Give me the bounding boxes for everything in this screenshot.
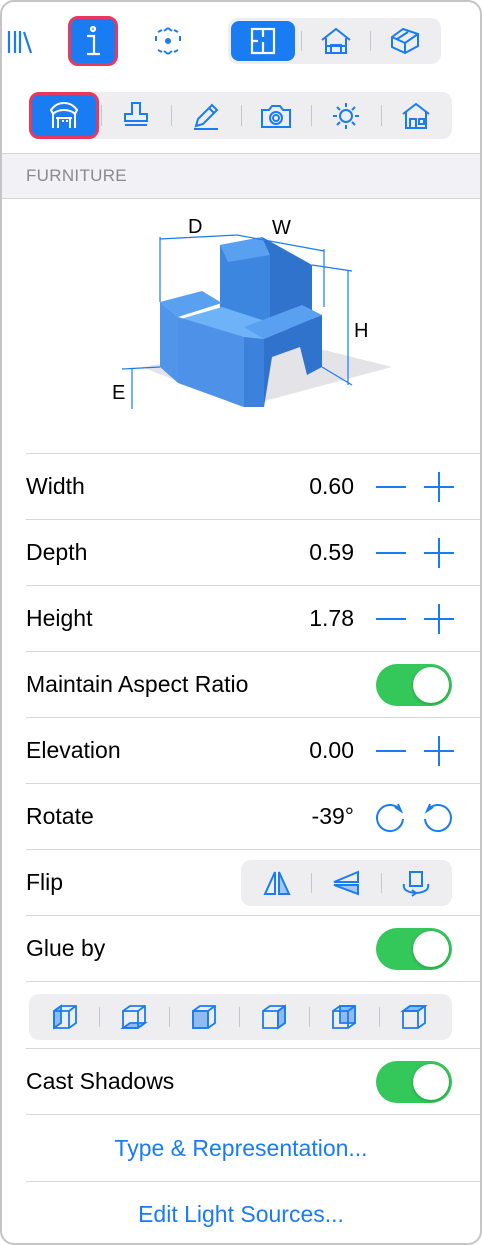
cube-bottom-face-icon bbox=[120, 1005, 148, 1029]
cast-shadows-toggle[interactable] bbox=[376, 1061, 452, 1103]
cube-front-face-icon bbox=[332, 1005, 356, 1029]
pencil-icon bbox=[194, 103, 219, 130]
house-front-icon bbox=[321, 27, 351, 54]
elevation-increment[interactable] bbox=[424, 736, 454, 766]
flip-horizontal-button[interactable] bbox=[244, 863, 310, 903]
house-front-view-button[interactable] bbox=[304, 21, 368, 61]
floor-plan-view-button[interactable] bbox=[231, 21, 295, 61]
depth-value[interactable]: 0.59 bbox=[309, 539, 354, 566]
elevation-label: Elevation bbox=[26, 737, 121, 763]
aspect-ratio-toggle[interactable] bbox=[376, 664, 452, 706]
furniture-diagram: D W H E bbox=[102, 207, 402, 422]
cube-left-face-icon bbox=[53, 1004, 77, 1030]
height-stepper bbox=[376, 603, 454, 635]
height-label: Height bbox=[26, 605, 93, 631]
dimension-w-label: W bbox=[272, 217, 291, 239]
height-row: Height 1.78 bbox=[26, 586, 480, 652]
sun-tool-button[interactable] bbox=[313, 95, 379, 136]
cast-shadows-label: Cast Shadows bbox=[26, 1068, 175, 1094]
glue-by-toggle[interactable] bbox=[376, 928, 452, 970]
glue-by-row: Glue by bbox=[26, 916, 480, 982]
flip-horizontal-icon bbox=[263, 871, 291, 895]
house-3d-icon bbox=[391, 27, 419, 55]
width-label: Width bbox=[26, 473, 85, 499]
height-increment[interactable] bbox=[424, 604, 454, 634]
camera-tool-button[interactable] bbox=[243, 95, 309, 136]
glue-face-front-button[interactable] bbox=[311, 997, 377, 1037]
cube-back-face-icon bbox=[192, 1005, 216, 1029]
info-icon bbox=[87, 25, 100, 56]
selection-icon[interactable] bbox=[150, 22, 186, 60]
glue-face-left-button[interactable] bbox=[32, 997, 98, 1037]
floor-plan-icon bbox=[250, 27, 276, 55]
depth-stepper bbox=[376, 537, 454, 569]
section-title: FURNITURE bbox=[26, 166, 127, 185]
rotate-label: Rotate bbox=[26, 803, 94, 829]
flip-label: Flip bbox=[26, 869, 64, 895]
toggle-knob bbox=[413, 931, 449, 967]
dimension-d-label: D bbox=[188, 216, 202, 238]
width-value[interactable]: 0.60 bbox=[309, 473, 354, 500]
pencil-tool-button[interactable] bbox=[173, 95, 239, 136]
furniture-inspector-panel: FURNITURE D W H E Width 0.60 Depth 0.59 … bbox=[0, 0, 482, 1245]
rotate-clockwise-icon[interactable] bbox=[376, 803, 404, 832]
library-icon[interactable] bbox=[4, 22, 36, 62]
rotate-counterclockwise-icon[interactable] bbox=[424, 803, 452, 832]
stamp-icon bbox=[124, 101, 148, 126]
width-row: Width 0.60 bbox=[26, 454, 480, 520]
aspect-ratio-label: Maintain Aspect Ratio bbox=[26, 671, 249, 697]
elevation-row: Elevation 0.00 bbox=[26, 718, 480, 784]
house-3d-view-button[interactable] bbox=[373, 21, 437, 61]
glue-faces-segmented-control bbox=[29, 994, 452, 1040]
flip-segmented-control bbox=[241, 860, 452, 906]
camera-icon bbox=[261, 104, 291, 128]
flip-vertical-button[interactable] bbox=[313, 863, 379, 903]
glue-face-back-button[interactable] bbox=[171, 997, 237, 1037]
width-increment[interactable] bbox=[424, 472, 454, 502]
aspect-ratio-row: Maintain Aspect Ratio bbox=[26, 652, 480, 718]
house-tool-button[interactable] bbox=[383, 95, 449, 136]
type-representation-link[interactable]: Type & Representation... bbox=[2, 1115, 480, 1181]
rotate-controls bbox=[374, 801, 454, 833]
rotate-row: Rotate -39° bbox=[26, 784, 480, 850]
depth-increment[interactable] bbox=[424, 538, 454, 568]
flip-vertical-icon bbox=[333, 870, 359, 896]
flip-rotate-button[interactable] bbox=[383, 863, 449, 903]
info-button[interactable] bbox=[68, 16, 118, 66]
top-toolbar bbox=[2, 2, 480, 80]
cube-top-face-icon bbox=[400, 1005, 428, 1029]
width-stepper bbox=[376, 471, 454, 503]
edit-light-sources-link[interactable]: Edit Light Sources... bbox=[2, 1181, 480, 1243]
rotate-value[interactable]: -39° bbox=[312, 803, 354, 830]
height-value[interactable]: 1.78 bbox=[309, 605, 354, 632]
elevation-stepper bbox=[376, 735, 454, 767]
dimension-e-label: E bbox=[112, 382, 125, 404]
depth-row: Depth 0.59 bbox=[26, 520, 480, 586]
furniture-tool-button[interactable] bbox=[29, 92, 99, 139]
glue-by-label: Glue by bbox=[26, 935, 106, 961]
toggle-knob bbox=[413, 1064, 449, 1100]
flip-rotate-icon bbox=[402, 871, 430, 897]
dimension-h-label: H bbox=[354, 320, 368, 342]
stamp-tool-button[interactable] bbox=[103, 95, 169, 136]
view-mode-segmented-control bbox=[228, 18, 441, 64]
glue-face-top-button[interactable] bbox=[381, 997, 447, 1037]
depth-label: Depth bbox=[26, 539, 88, 565]
cube-right-face-icon bbox=[262, 1004, 286, 1030]
flip-row: Flip bbox=[26, 850, 480, 916]
elevation-value[interactable]: 0.00 bbox=[309, 737, 354, 764]
furniture-dimensions-icon bbox=[49, 101, 79, 128]
sun-icon bbox=[333, 102, 359, 129]
cast-shadows-row: Cast Shadows bbox=[26, 1049, 480, 1115]
glue-face-bottom-button[interactable] bbox=[101, 997, 167, 1037]
section-header: FURNITURE bbox=[2, 153, 480, 199]
glue-face-right-button[interactable] bbox=[241, 997, 307, 1037]
house-icon bbox=[402, 102, 430, 129]
toggle-knob bbox=[413, 667, 449, 703]
tools-segmented-control bbox=[29, 92, 452, 139]
